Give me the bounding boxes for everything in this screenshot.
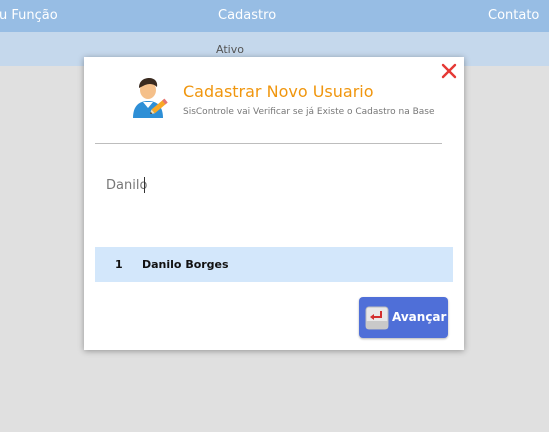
divider: [95, 143, 442, 144]
list-item[interactable]: 1 Danilo Borges: [95, 247, 453, 282]
register-user-dialog: Cadastrar Novo Usuario SisControle vai V…: [84, 57, 464, 350]
close-icon[interactable]: [440, 62, 458, 80]
next-button[interactable]: Avançar: [359, 297, 448, 338]
dialog-title: Cadastrar Novo Usuario: [183, 82, 374, 101]
results-list: 1 Danilo Borges: [95, 247, 453, 282]
user-search-input[interactable]: [95, 173, 442, 197]
user-edit-icon: [128, 74, 170, 120]
result-name: Danilo Borges: [142, 258, 229, 271]
result-index: 1: [115, 258, 123, 271]
dialog-subtitle: SisControle vai Verificar se já Existe o…: [183, 107, 435, 117]
next-button-label: Avançar: [392, 310, 447, 324]
text-caret: [144, 177, 145, 193]
enter-key-icon: [365, 306, 389, 330]
